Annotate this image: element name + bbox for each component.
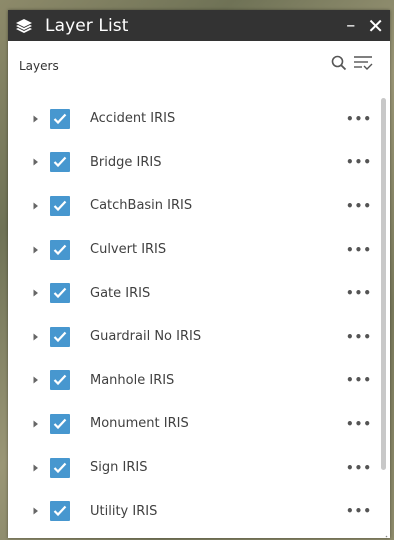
layer-name: CatchBasin IRIS — [90, 198, 193, 214]
layer-visibility-checkbox[interactable] — [50, 283, 70, 304]
more-options-icon[interactable]: ••• — [346, 112, 372, 126]
layer-row[interactable]: Culvert IRIS ••• — [8, 228, 390, 272]
layer-visibility-checkbox[interactable] — [50, 370, 70, 391]
layer-name: Manhole IRIS — [90, 372, 175, 388]
layer-visibility-checkbox[interactable] — [50, 152, 70, 173]
layer-name: Accident IRIS — [90, 111, 176, 127]
more-options-icon[interactable]: ••• — [346, 155, 372, 169]
layers-heading: Layers — [19, 59, 59, 73]
more-options-icon[interactable]: ••• — [346, 504, 372, 518]
resize-handle[interactable] — [380, 528, 388, 538]
scrollbar[interactable] — [381, 98, 386, 470]
layer-row[interactable]: Bridge IRIS ••• — [8, 141, 390, 185]
filter-list-icon[interactable] — [353, 54, 373, 72]
expand-arrow-icon[interactable] — [33, 419, 39, 429]
layer-visibility-checkbox[interactable] — [50, 326, 70, 347]
layer-list-panel: Layer List – ✕ Layers Accident IRIS ••• … — [8, 10, 390, 538]
layer-row[interactable]: Monument IRIS ••• — [8, 402, 390, 446]
expand-arrow-icon[interactable] — [33, 157, 39, 167]
expand-arrow-icon[interactable] — [33, 375, 39, 385]
expand-arrow-icon[interactable] — [33, 245, 39, 255]
layer-visibility-checkbox[interactable] — [50, 413, 70, 434]
more-options-icon[interactable]: ••• — [346, 243, 372, 257]
layer-name: Guardrail No IRIS — [90, 329, 202, 345]
search-icon[interactable] — [331, 55, 347, 71]
layer-name: Bridge IRIS — [90, 154, 162, 170]
layer-list: Accident IRIS ••• Bridge IRIS ••• CatchB… — [8, 97, 390, 533]
layer-name: Monument IRIS — [90, 416, 189, 432]
layer-visibility-checkbox[interactable] — [50, 457, 70, 478]
expand-arrow-icon[interactable] — [33, 463, 39, 473]
minimize-button[interactable]: – — [346, 16, 355, 35]
more-options-icon[interactable]: ••• — [346, 330, 372, 344]
layer-visibility-checkbox[interactable] — [50, 195, 70, 216]
layer-row[interactable]: CatchBasin IRIS ••• — [8, 184, 390, 228]
layer-row[interactable]: Sign IRIS ••• — [8, 446, 390, 490]
expand-arrow-icon[interactable] — [33, 114, 39, 124]
panel-titlebar[interactable]: Layer List – ✕ — [8, 10, 390, 41]
expand-arrow-icon[interactable] — [33, 506, 39, 516]
panel-title: Layer List — [45, 15, 129, 36]
layer-visibility-checkbox[interactable] — [50, 501, 70, 522]
more-options-icon[interactable]: ••• — [346, 286, 372, 300]
more-options-icon[interactable]: ••• — [346, 199, 372, 213]
layer-visibility-checkbox[interactable] — [50, 108, 70, 129]
layer-row[interactable]: Guardrail No IRIS ••• — [8, 315, 390, 359]
layer-toolbar: Layers — [8, 41, 390, 87]
layer-row[interactable]: Utility IRIS ••• — [8, 489, 390, 533]
layer-row[interactable]: Gate IRIS ••• — [8, 271, 390, 315]
layer-name: Utility IRIS — [90, 503, 158, 519]
layer-name: Gate IRIS — [90, 285, 151, 301]
more-options-icon[interactable]: ••• — [346, 461, 372, 475]
layer-name: Sign IRIS — [90, 460, 148, 476]
layer-visibility-checkbox[interactable] — [50, 239, 70, 260]
layers-stack-icon — [15, 16, 35, 36]
more-options-icon[interactable]: ••• — [346, 417, 372, 431]
expand-arrow-icon[interactable] — [33, 332, 39, 342]
layer-row[interactable]: Accident IRIS ••• — [8, 97, 390, 141]
layer-name: Culvert IRIS — [90, 242, 167, 258]
layer-row[interactable]: Manhole IRIS ••• — [8, 359, 390, 403]
expand-arrow-icon[interactable] — [33, 201, 39, 211]
expand-arrow-icon[interactable] — [33, 288, 39, 298]
close-button[interactable]: ✕ — [367, 16, 384, 36]
more-options-icon[interactable]: ••• — [346, 373, 372, 387]
